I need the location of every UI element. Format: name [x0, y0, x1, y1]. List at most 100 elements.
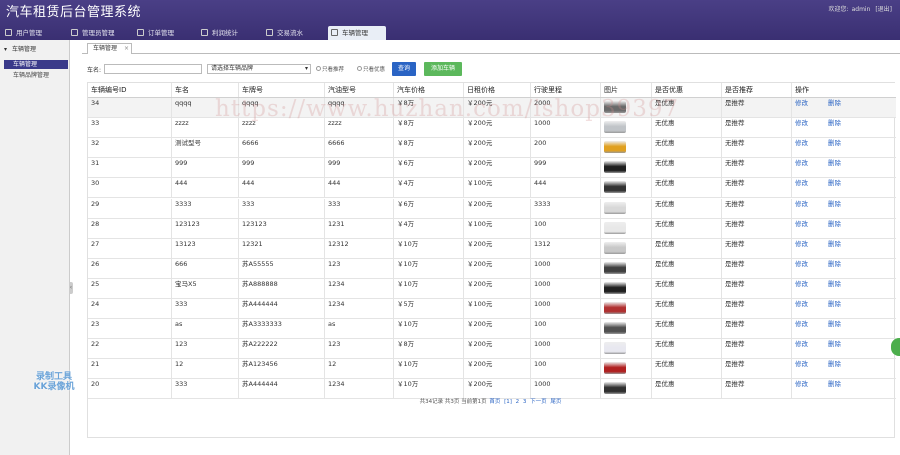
table-row[interactable]: 30 444 444 444 ￥4万 ￥100元 444 无优惠 无推荐 修改 删除 — [88, 178, 896, 199]
cell-actions: 修改 删除 — [791, 158, 896, 178]
car-thumbnail — [604, 261, 626, 274]
edit-link[interactable]: 修改 — [795, 240, 808, 248]
delete-link[interactable]: 删除 — [828, 119, 841, 127]
sidebar-collapse-handle[interactable]: ‹ — [69, 282, 73, 294]
cell-image — [600, 319, 651, 339]
delete-link[interactable]: 删除 — [828, 200, 841, 208]
cell-fuel: 444 — [324, 178, 393, 198]
add-vehicle-button[interactable]: 添加车辆 — [424, 62, 462, 76]
edit-link[interactable]: 修改 — [795, 139, 808, 147]
nav-tab-admins[interactable]: . 管理员管理 — [68, 26, 130, 40]
cell-id: 20 — [91, 380, 100, 389]
query-button[interactable]: 查询 — [392, 62, 416, 76]
edit-link[interactable]: 修改 — [795, 320, 808, 328]
cell-image — [600, 238, 651, 258]
nav-tab-vehicles[interactable]: . 车辆管理 — [328, 26, 386, 40]
sidebar-group-vehicles[interactable]: ▾ 车辆管理 — [0, 44, 70, 56]
grid-icon: . — [201, 29, 208, 36]
table-row[interactable]: 21 12 苏A123456 12 ￥10万 ￥200元 100 无优惠 是推荐 修改 删除 — [88, 359, 896, 380]
pager-next[interactable]: 下一页 — [530, 399, 547, 405]
cell-plate: 苏A55555 — [238, 258, 324, 278]
cell-actions: 修改 删除 — [791, 118, 896, 138]
cell-image — [600, 118, 651, 138]
pager-page-1[interactable]: [1] — [504, 399, 512, 405]
car-thumbnail — [604, 241, 626, 254]
edit-link[interactable]: 修改 — [795, 119, 808, 127]
delete-link[interactable]: 删除 — [828, 260, 841, 268]
logout-link[interactable]: [退出] — [875, 6, 892, 13]
close-icon[interactable]: × — [124, 44, 129, 54]
table-row[interactable]: 25 宝马X5 苏A888888 1234 ￥10万 ￥200元 1000 无优惠 是推荐 修改 删… — [88, 278, 896, 299]
delete-link[interactable]: 删除 — [828, 280, 841, 288]
cell-mileage: 1000 — [530, 299, 600, 318]
cell-id: 33 — [91, 119, 100, 128]
sidebar-item-brands[interactable]: 车辆品牌管理 — [4, 71, 68, 80]
filter-bar: 车名: 请选择车辆品牌 ▾ 只看推荐 只看优惠 查询 添加车辆 — [82, 62, 900, 76]
cell-id: 27 — [91, 239, 100, 248]
car-thumbnail — [604, 181, 626, 194]
column-header: 行驶里程 — [530, 83, 600, 97]
edit-link[interactable]: 修改 — [795, 260, 808, 268]
delete-link[interactable]: 删除 — [828, 320, 841, 328]
delete-link[interactable]: 删除 — [828, 139, 841, 147]
table-row[interactable]: 31 999 999 999 ￥6万 ￥200元 999 无优惠 无推荐 修改 删除 — [88, 158, 896, 179]
delete-link[interactable]: 删除 — [828, 159, 841, 167]
delete-link[interactable]: 删除 — [828, 300, 841, 308]
pager-page-2[interactable]: 2 — [516, 399, 520, 405]
table-row[interactable]: 26 666 苏A55555 123 ￥10万 ￥200元 1000 是优惠 是推荐 修改 删除 — [88, 258, 896, 279]
table-row[interactable]: 29 3333 333 333 ￥6万 ￥200元 3333 无优惠 无推荐 修改 删除 — [88, 198, 896, 219]
edit-link[interactable]: 修改 — [795, 380, 808, 388]
edit-link[interactable]: 修改 — [795, 300, 808, 308]
floating-chat-button[interactable] — [891, 338, 900, 356]
cell-name: 999 — [171, 158, 238, 178]
cell-id: 29 — [91, 199, 100, 208]
delete-link[interactable]: 删除 — [828, 380, 841, 388]
edit-link[interactable]: 修改 — [795, 360, 808, 368]
cell-discount: 无优惠 — [651, 339, 721, 359]
delete-link[interactable]: 删除 — [828, 99, 841, 107]
edit-link[interactable]: 修改 — [795, 99, 808, 107]
delete-link[interactable]: 删除 — [828, 179, 841, 187]
edit-link[interactable]: 修改 — [795, 200, 808, 208]
delete-link[interactable]: 删除 — [828, 240, 841, 248]
nav-tab-transactions[interactable]: . 交易流水 — [263, 26, 323, 40]
delete-link[interactable]: 删除 — [828, 340, 841, 348]
table-row[interactable]: 32 测试型号 6666 6666 ￥8万 ￥200元 200 无优惠 无推荐 修改 删除 — [88, 138, 896, 159]
pager-last[interactable]: 尾页 — [550, 399, 561, 405]
table-row[interactable]: 22 123 苏A222222 123 ￥8万 ￥200元 1000 无优惠 是推荐 修改 删除 — [88, 339, 896, 360]
chevron-down-icon: ▾ — [4, 46, 8, 53]
table-row[interactable]: 28 123123 123123 1231 ￥4万 ￥100元 100 无优惠 无推荐 修改 删除 — [88, 218, 896, 239]
discount-only-radio[interactable]: 只看优惠 — [357, 65, 385, 73]
cell-discount: 无优惠 — [651, 158, 721, 178]
cell-image — [600, 198, 651, 218]
table-row[interactable]: 34 qqqq qqqq qqqq ￥8万 ￥200元 2000 是优惠 是推荐 修改 删除 — [88, 98, 896, 118]
edit-link[interactable]: 修改 — [795, 179, 808, 187]
nav-tab-users[interactable]: . 用户管理 — [2, 26, 62, 40]
cell-image — [600, 218, 651, 238]
recorder-watermark-line1: 录制工具 — [35, 372, 72, 382]
page-tab-vehicles[interactable]: 车辆管理 × — [87, 43, 133, 54]
car-name-input[interactable] — [104, 64, 202, 74]
nav-tab-profit[interactable]: . 利润统计 — [198, 26, 258, 40]
delete-link[interactable]: 删除 — [828, 360, 841, 368]
cell-daily: ￥200元 — [463, 198, 530, 218]
edit-link[interactable]: 修改 — [795, 340, 808, 348]
table-row[interactable]: 33 zzzz zzzz zzzz ￥8万 ￥200元 1000 无优惠 是推荐 修改 删除 — [88, 118, 896, 139]
nav-tab-orders[interactable]: . 订单管理 — [134, 26, 194, 40]
cell-plate: 333 — [238, 198, 324, 218]
recommend-only-radio[interactable]: 只看推荐 — [316, 65, 344, 73]
delete-link[interactable]: 删除 — [828, 220, 841, 228]
cell-image — [600, 258, 651, 278]
edit-link[interactable]: 修改 — [795, 280, 808, 288]
table-row[interactable]: 27 13123 12321 12312 ￥10万 ￥200元 1312 是优惠 无推荐 修改 删除 — [88, 238, 896, 259]
cell-plate: 苏A222222 — [238, 339, 324, 359]
edit-link[interactable]: 修改 — [795, 159, 808, 167]
brand-select[interactable]: 请选择车辆品牌 ▾ — [207, 64, 311, 74]
pager-page-3[interactable]: 3 — [523, 399, 527, 405]
table-row[interactable]: 23 as 苏A3333333 as ￥10万 ￥200元 100 无优惠 是推荐 修改 删除 — [88, 319, 896, 340]
sidebar-item-vehicles[interactable]: 车辆管理 — [4, 60, 68, 69]
sidebar: ▾ 车辆管理 车辆管理 车辆品牌管理 — [0, 40, 70, 455]
edit-link[interactable]: 修改 — [795, 220, 808, 228]
table-row[interactable]: 24 333 苏A444444 1234 ￥5万 ￥100元 1000 无优惠 是推荐 修改 删除 — [88, 299, 896, 319]
pager-first[interactable]: 首页 — [489, 399, 500, 405]
